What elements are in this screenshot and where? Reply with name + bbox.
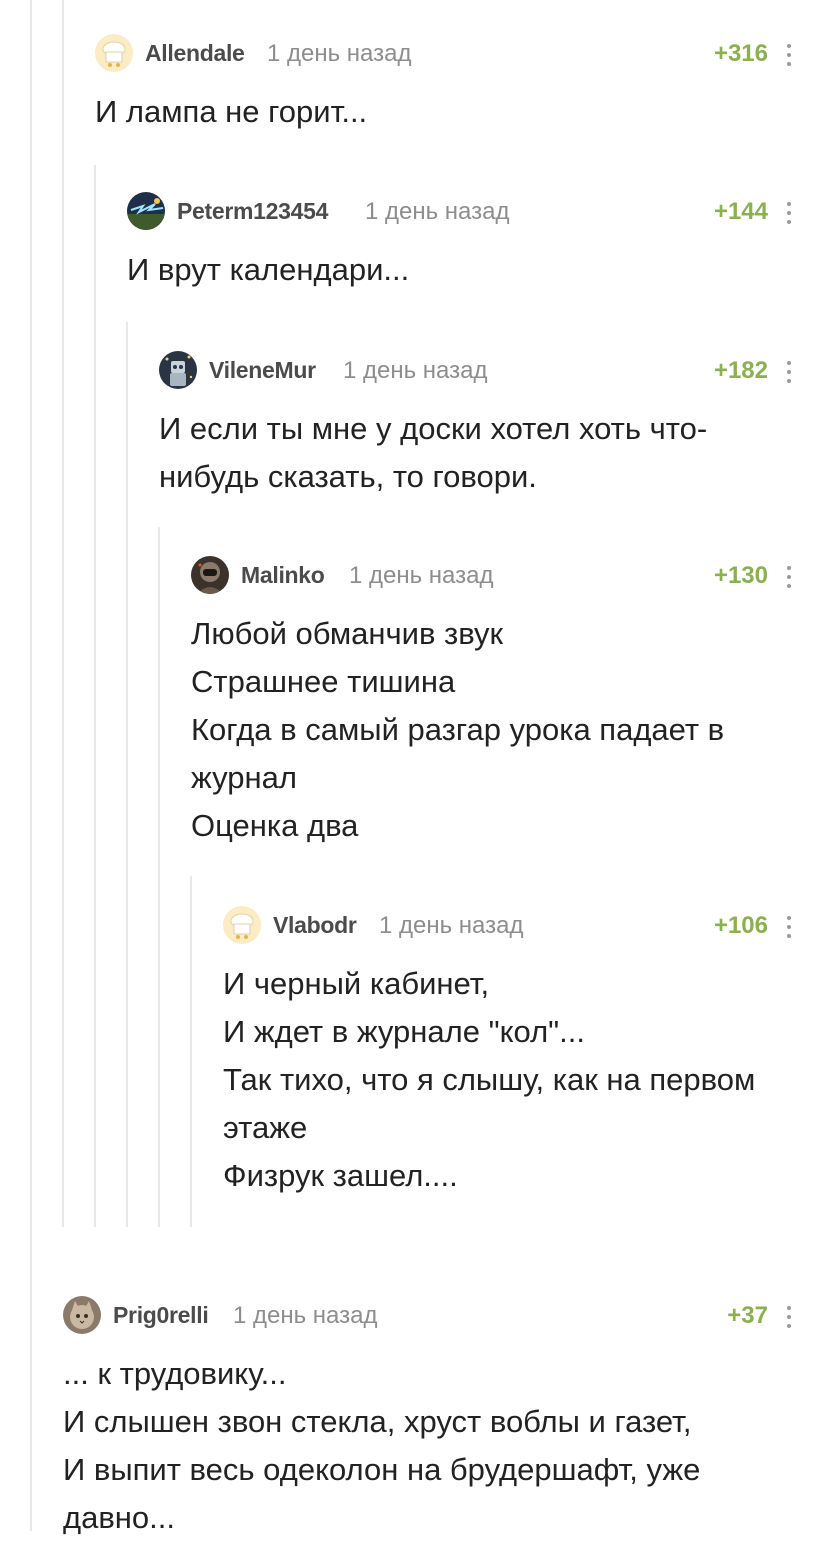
cat-avatar-icon[interactable] (63, 1296, 101, 1334)
comment-author[interactable]: Vlabodr (273, 912, 357, 939)
comment: Peterm123454 1 день назад +144 И врут ка… (127, 192, 828, 294)
more-options-icon[interactable] (786, 359, 792, 385)
chef-hat-avatar-icon[interactable] (223, 906, 261, 944)
comment: Vlabodr 1 день назад +106 И черный кабин… (223, 906, 828, 1200)
comment-author[interactable]: Peterm123454 (177, 198, 328, 225)
comment-time: 1 день назад (349, 562, 494, 589)
more-options-icon[interactable] (786, 914, 792, 940)
thread-line[interactable] (94, 165, 96, 1227)
robot-avatar-icon[interactable] (159, 351, 197, 389)
comment-text: И врут календари... (127, 252, 410, 287)
comment-header: Vlabodr 1 день назад +106 (223, 906, 828, 946)
comment-text: И если ты мне у доски хотел хоть что- ни… (159, 411, 708, 494)
comment-header: Malinko 1 день назад +130 (191, 556, 828, 596)
comment-rating: +182 (713, 357, 768, 384)
comment-rating: +106 (713, 912, 768, 939)
chef-hat-avatar-icon[interactable] (95, 34, 133, 72)
comment-rating: +144 (713, 198, 768, 225)
comment-text: И черный кабинет, И ждет в журнале "кол"… (223, 966, 756, 1193)
comment: Prig0relli 1 день назад +37 ... к трудов… (63, 1296, 828, 1542)
comment-text: Любой обманчив звук Страшнее тишина Когд… (191, 616, 725, 843)
comment-header: Allendale 1 день назад +316 (95, 34, 828, 74)
more-options-icon[interactable] (786, 564, 792, 590)
comment-header: VileneMur 1 день назад +182 (159, 351, 828, 391)
comment-rating: +130 (713, 562, 768, 589)
comment-time: 1 день назад (379, 912, 524, 939)
comment-text: ... к трудовику... И слышен звон стекла,… (63, 1356, 701, 1535)
more-options-icon[interactable] (786, 200, 792, 226)
comment-header: Prig0relli 1 день назад +37 (63, 1296, 828, 1336)
thread-line[interactable] (62, 0, 64, 1227)
lightning-landscape-avatar-icon[interactable] (127, 192, 165, 230)
comment-rating: +316 (713, 40, 768, 67)
comment-time: 1 день назад (343, 357, 488, 384)
comment: VileneMur 1 день назад +182 И если ты мн… (159, 351, 828, 501)
more-options-icon[interactable] (786, 1304, 792, 1330)
thread-line[interactable] (158, 527, 160, 1227)
comment-author[interactable]: Malinko (241, 562, 325, 589)
comment: Allendale 1 день назад +316 И лампа не г… (95, 34, 828, 136)
comment-author[interactable]: VileneMur (209, 357, 316, 384)
comment-text: И лампа не горит... (95, 94, 368, 129)
thread-line[interactable] (30, 0, 32, 1531)
more-options-icon[interactable] (786, 42, 792, 68)
astronaut-avatar-icon[interactable] (191, 556, 229, 594)
comment-time: 1 день назад (365, 198, 510, 225)
comment-time: 1 день назад (233, 1302, 378, 1329)
comment: Malinko 1 день назад +130 Любой обманчив… (191, 556, 828, 850)
comment-author[interactable]: Prig0relli (113, 1302, 209, 1329)
comment-rating: +37 (727, 1302, 768, 1329)
thread-line[interactable] (190, 876, 192, 1227)
thread-line[interactable] (126, 322, 128, 1227)
comment-author[interactable]: Allendale (145, 40, 245, 67)
comment-time: 1 день назад (267, 40, 412, 67)
comment-header: Peterm123454 1 день назад +144 (127, 192, 828, 232)
